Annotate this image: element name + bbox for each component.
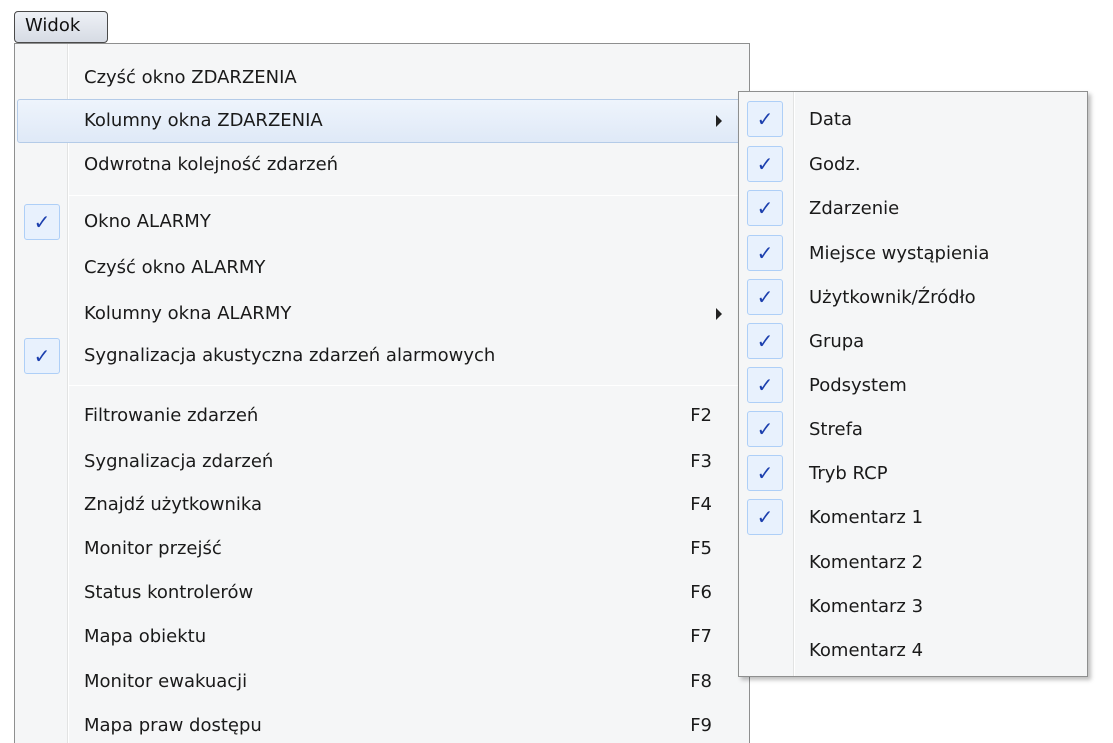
menu-item-label: Znajdź użytkownika [84,494,262,515]
menu-item-label: Mapa praw dostępu [84,715,262,736]
submenu-arrow-icon [716,115,722,127]
submenu-item-label: Podsystem [809,375,907,396]
submenu-item-label: Komentarz 2 [809,552,924,573]
menu-item-label: Monitor przejść [84,538,222,559]
menu-item-passage-monitor[interactable]: Monitor przejść F5 [17,527,747,571]
widok-dropdown-menu: Czyść okno ZDARZENIA Kolumny okna ZDARZE… [14,43,750,743]
menu-item-label: Czyść okno ZDARZENIA [84,67,297,88]
submenu-item-data[interactable]: ✓ Data [741,97,1085,142]
shortcut-label: F9 [690,715,712,736]
shortcut-label: F6 [690,582,712,603]
checkmark-icon: ✓ [747,499,783,535]
menu-item-reverse-order[interactable]: Odwrotna kolejność zdarzeń [17,143,747,187]
submenu-item-label: Miejsce wystąpienia [809,243,990,264]
submenu-arrow-icon [716,308,722,320]
checkmark-icon: ✓ [747,411,783,447]
checkmark-icon: ✓ [747,323,783,359]
checkmark-icon: ✓ [747,190,783,226]
submenu-item-label: Zdarzenie [809,198,900,219]
menu-item-label: Odwrotna kolejność zdarzeń [84,154,339,175]
checkmark-icon: ✓ [747,279,783,315]
menu-item-label: Czyść okno ALARMY [84,257,266,278]
menu-item-label: Kolumny okna ZDARZENIA [84,110,323,131]
menu-item-filter-events[interactable]: Filtrowanie zdarzeń F2 [17,394,747,438]
menu-item-label: Monitor ewakuacji [84,671,248,692]
submenu-item-label: Komentarz 3 [809,596,924,617]
submenu-item-label: Strefa [809,419,863,440]
menu-item-find-user[interactable]: Znajdź użytkownika F4 [17,483,747,527]
menu-item-label: Kolumny okna ALARMY [84,303,292,324]
menu-item-alarms-columns[interactable]: Kolumny okna ALARMY [17,292,747,336]
menu-item-label: Status kontrolerów [84,582,254,603]
submenu-item-comment-4[interactable]: Komentarz 4 [741,628,1085,673]
menu-item-controller-status[interactable]: Status kontrolerów F6 [17,571,747,615]
shortcut-label: F3 [690,451,712,472]
submenu-item-label: Użytkownik/Źródło [809,287,976,308]
menu-separator [69,385,745,386]
menu-separator [69,195,745,196]
checkmark-icon: ✓ [747,367,783,403]
submenu-item-event[interactable]: ✓ Zdarzenie [741,186,1085,231]
menu-item-label: Okno ALARMY [84,211,211,232]
menu-item-clear-alarms[interactable]: Czyść okno ALARMY [17,246,747,290]
submenu-item-label: Grupa [809,331,865,352]
submenu-item-subsystem[interactable]: ✓ Podsystem [741,363,1085,408]
submenu-item-rcp-mode[interactable]: ✓ Tryb RCP [741,451,1085,496]
checkmark-icon: ✓ [24,338,60,374]
submenu-item-user-source[interactable]: ✓ Użytkownik/Źródło [741,275,1085,320]
menu-item-event-signaling[interactable]: Sygnalizacja zdarzeń F3 [17,440,747,484]
submenu-item-group[interactable]: ✓ Grupa [741,319,1085,364]
submenu-item-location[interactable]: ✓ Miejsce wystąpienia [741,231,1085,276]
submenu-item-zone[interactable]: ✓ Strefa [741,407,1085,452]
submenu-item-comment-3[interactable]: Komentarz 3 [741,584,1085,629]
menu-item-clear-events[interactable]: Czyść okno ZDARZENIA [17,56,747,100]
menu-item-label: Mapa obiektu [84,626,207,647]
menu-item-events-columns[interactable]: Kolumny okna ZDARZENIA [17,99,747,143]
submenu-item-comment-2[interactable]: Komentarz 2 [741,540,1085,585]
menu-item-object-map[interactable]: Mapa obiektu F7 [17,615,747,659]
submenu-item-comment-1[interactable]: ✓ Komentarz 1 [741,495,1085,540]
submenu-item-label: Godz. [809,154,861,175]
checkmark-icon: ✓ [747,146,783,182]
menu-item-label: Sygnalizacja zdarzeń [84,451,274,472]
menu-item-evacuation-monitor[interactable]: Monitor ewakuacji F8 [17,660,747,704]
checkmark-icon: ✓ [747,101,783,137]
menu-item-acoustic-alarm[interactable]: ✓ Sygnalizacja akustyczna zdarzeń alarmo… [17,334,747,378]
menu-widok[interactable]: Widok [14,11,108,43]
submenu-item-label: Tryb RCP [809,463,888,484]
events-columns-submenu: ✓ Data ✓ Godz. ✓ Zdarzenie ✓ Miejsce wys… [738,91,1088,677]
shortcut-label: F4 [690,494,712,515]
checkmark-icon: ✓ [24,204,60,240]
checkmark-icon: ✓ [747,235,783,271]
shortcut-label: F5 [690,538,712,559]
submenu-item-time[interactable]: ✓ Godz. [741,142,1085,187]
shortcut-label: F8 [690,671,712,692]
submenu-item-label: Komentarz 1 [809,507,924,528]
menu-item-label: Filtrowanie zdarzeń [84,405,259,426]
shortcut-label: F2 [690,405,712,426]
shortcut-label: F7 [690,626,712,647]
submenu-item-label: Data [809,109,852,130]
checkmark-icon: ✓ [747,455,783,491]
submenu-item-label: Komentarz 4 [809,640,924,661]
menu-item-label: Sygnalizacja akustyczna zdarzeń alarmowy… [84,345,496,366]
menu-item-alarms-window[interactable]: ✓ Okno ALARMY [17,200,747,244]
